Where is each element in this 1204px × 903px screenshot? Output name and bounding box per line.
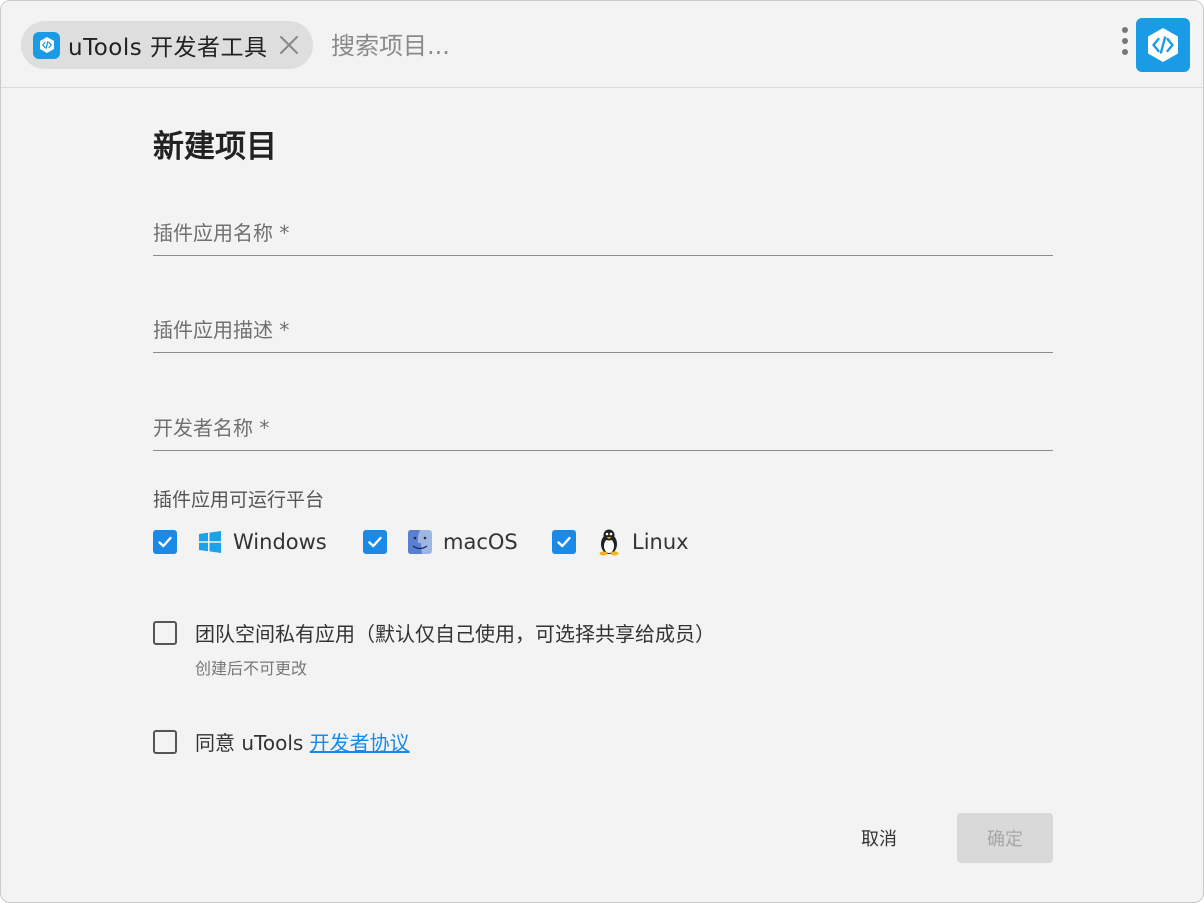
plugin-name: uTools 开发者工具 (68, 35, 268, 61)
developer-name-input[interactable] (153, 412, 1053, 444)
team-private-hint: 创建后不可更改 (195, 659, 308, 678)
close-icon[interactable] (277, 33, 301, 57)
more-menu-icon[interactable] (1118, 27, 1132, 63)
agree-option[interactable]: 同意 uTools 开发者协议 (153, 727, 410, 756)
macos-checkbox[interactable] (363, 530, 387, 554)
plugin-chip[interactable]: uTools 开发者工具 (21, 21, 313, 69)
plugin-name-field (153, 206, 1053, 256)
windows-icon (197, 529, 223, 555)
dev-tools-icon (33, 31, 60, 59)
linux-checkbox[interactable] (552, 530, 576, 554)
plugin-name-input[interactable] (153, 217, 1053, 249)
platforms-label: 插件应用可运行平台 (153, 489, 325, 511)
dialog-window: uTools 开发者工具 新建项目 插件应用可运行平台 (0, 0, 1204, 903)
platform-macos[interactable]: macOS (363, 527, 518, 557)
macos-finder-icon (407, 529, 433, 555)
search-input[interactable] (331, 28, 1091, 64)
agree-label: 同意 uTools 开发者协议 (195, 727, 410, 756)
confirm-button[interactable]: 确定 (957, 813, 1053, 863)
team-private-option[interactable]: 团队空间私有应用（默认仅自己使用，可选择共享给成员） (153, 618, 715, 647)
linux-tux-icon (596, 529, 622, 556)
app-logo-icon[interactable] (1136, 18, 1190, 72)
team-private-label: 团队空间私有应用（默认仅自己使用，可选择共享给成员） (195, 622, 715, 646)
plugin-description-input[interactable] (153, 314, 1053, 346)
linux-label: Linux (632, 530, 689, 554)
plugin-description-field (153, 303, 1053, 353)
developer-agreement-link[interactable]: 开发者协议 (310, 731, 410, 755)
platform-linux[interactable]: Linux (552, 527, 689, 557)
team-private-checkbox[interactable] (153, 620, 177, 645)
top-bar: uTools 开发者工具 (1, 1, 1203, 88)
windows-label: Windows (233, 530, 327, 554)
platform-windows[interactable]: Windows (153, 527, 327, 557)
cancel-button[interactable]: 取消 (831, 813, 927, 863)
macos-label: macOS (443, 530, 518, 554)
windows-checkbox[interactable] (153, 530, 177, 554)
agree-text: 同意 uTools (195, 731, 310, 755)
developer-name-field (153, 401, 1053, 451)
agree-checkbox[interactable] (153, 729, 177, 754)
page-title: 新建项目 (153, 129, 277, 165)
